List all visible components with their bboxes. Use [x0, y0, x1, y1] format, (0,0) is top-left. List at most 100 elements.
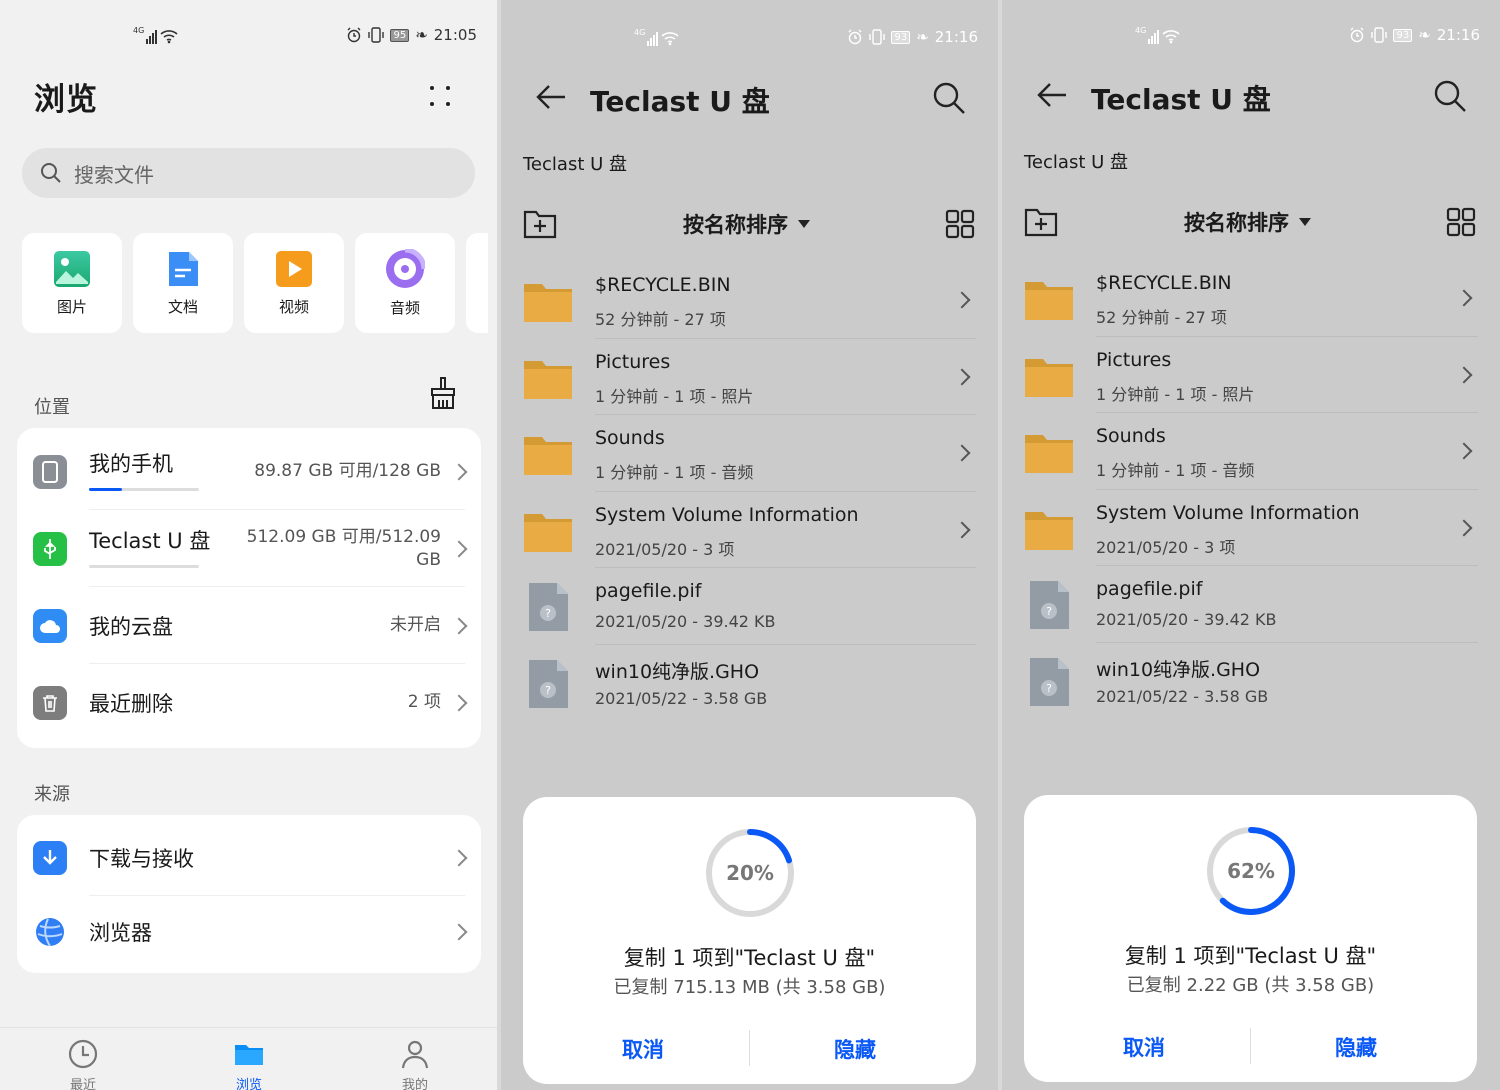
unknown-file-icon: ? [529, 659, 568, 708]
location-name: 我的手机 [89, 452, 173, 476]
file-meta: 52 分钟前 - 27 项 [1096, 308, 1227, 327]
sort-dropdown[interactable]: 按名称排序 [683, 209, 810, 239]
leaf-icon: ❧ [916, 28, 929, 46]
broom-icon[interactable] [428, 376, 458, 410]
location-my-phone[interactable]: 我的手机 89.87 GB 可用/128 GB [17, 433, 481, 510]
folder-row[interactable]: $RECYCLE.BIN 52 分钟前 - 27 项 [501, 262, 998, 339]
signal-indicator: 4G [634, 28, 680, 46]
sort-dropdown[interactable]: 按名称排序 [1184, 207, 1311, 237]
page-title: 浏览 [34, 82, 98, 118]
chevron-right-icon [450, 463, 468, 480]
search-icon[interactable] [931, 80, 967, 116]
tab-mine[interactable]: 我的 [375, 1038, 455, 1090]
battery-level: 95 [390, 28, 410, 42]
search-input[interactable]: 搜索文件 [22, 148, 475, 198]
location-cloud-drive[interactable]: 我的云盘 未开启 [17, 587, 481, 664]
grid-view-icon[interactable] [945, 209, 975, 239]
cancel-button[interactable]: 取消 [1044, 1032, 1244, 1062]
download-icon [33, 840, 67, 875]
hide-button[interactable]: 隐藏 [755, 1034, 955, 1064]
chevron-right-icon [1455, 442, 1473, 460]
person-icon [401, 1040, 429, 1069]
file-name: System Volume Information [595, 503, 859, 526]
file-list: $RECYCLE.BIN 52 分钟前 - 27 项 Pictures 1 分钟前 -… [1002, 260, 1500, 719]
file-name: Pictures [595, 350, 671, 373]
grid-view-icon[interactable] [1446, 207, 1476, 237]
clock-time: 21:16 [1436, 26, 1480, 44]
file-name: System Volume Information [1096, 501, 1360, 524]
signal-indicator: 4G [1135, 26, 1181, 44]
phone-icon [33, 454, 67, 489]
category-more-partial[interactable] [466, 233, 488, 333]
hide-button[interactable]: 隐藏 [1256, 1032, 1456, 1062]
category-label: 视频 [278, 297, 309, 316]
alarm-icon [1350, 27, 1364, 43]
chevron-right-icon [953, 291, 971, 309]
file-toolbar: 按名称排序 [501, 205, 998, 245]
category-documents[interactable]: 文档 [133, 233, 233, 333]
category-label: 音频 [389, 298, 420, 317]
new-folder-icon[interactable] [523, 209, 557, 239]
dialog-title: 复制 1 项到"Teclast U 盘" [1124, 944, 1377, 968]
chevron-right-icon [450, 540, 468, 557]
category-label: 图片 [56, 297, 87, 316]
usb-screen-copy-62: 4G 93 ❧ 21:16 Teclast U 盘 Teclast U 盘按名称排序 $RE… [1002, 0, 1500, 1090]
category-images[interactable]: 图片 [22, 233, 122, 333]
storage-usage-bar [89, 565, 199, 568]
file-meta: 2021/05/20 - 3 项 [595, 539, 735, 559]
status-bar: 4G 93 ❧ 21:16 [501, 28, 998, 52]
folder-row[interactable]: Sounds 1 分钟前 - 1 项 - 音频 [1002, 413, 1500, 490]
page-title: Teclast U 盘 [1091, 83, 1271, 116]
tab-browse[interactable]: 浏览 [209, 1038, 289, 1090]
alarm-icon [848, 29, 862, 45]
file-meta: 2021/05/22 - 3.58 GB [595, 688, 768, 708]
folder-row[interactable]: Sounds 1 分钟前 - 1 项 - 音频 [501, 415, 998, 492]
folder-row[interactable]: System Volume Information 2021/05/20 - 3 … [501, 492, 998, 568]
clock-time: 21:16 [934, 28, 978, 46]
location-recently-deleted[interactable]: 最近删除 2 项 [17, 664, 481, 741]
chevron-right-icon [1455, 289, 1473, 307]
svg-text:?: ? [1046, 605, 1052, 618]
copy-progress-dialog: 20% 复制 1 项到"Teclast U 盘" 已复制 715.13 MB (共 … [523, 797, 976, 1084]
source-downloads[interactable]: 下载与接收 [17, 819, 481, 896]
tab-recent[interactable]: 最近 [43, 1038, 123, 1090]
svg-text:?: ? [545, 684, 551, 697]
search-icon[interactable] [1432, 78, 1468, 114]
file-name: win10纯净版.GHO [1096, 658, 1261, 681]
new-folder-icon[interactable] [1024, 207, 1058, 237]
source-name: 下载与接收 [89, 846, 194, 871]
back-arrow-icon[interactable] [1036, 80, 1068, 110]
folder-row[interactable]: Pictures 1 分钟前 - 1 项 - 照片 [1002, 337, 1500, 413]
file-row[interactable]: ? pagefile.pif 2021/05/20 - 39.42 KB [1002, 566, 1500, 643]
breadcrumb[interactable]: Teclast U 盘 [1024, 148, 1128, 174]
location-teclast-usb[interactable]: Teclast U 盘 512.09 GB 可用/512.09 GB [17, 510, 481, 587]
more-options-button[interactable] [422, 80, 458, 116]
file-meta: 1 分钟前 - 1 项 - 音频 [1096, 461, 1255, 480]
folder-row[interactable]: $RECYCLE.BIN 52 分钟前 - 27 项 [1002, 260, 1500, 337]
tab-label: 我的 [401, 1078, 428, 1090]
cancel-button[interactable]: 取消 [543, 1034, 743, 1064]
usb-screen-copy-20: 4G 93 ❧ 21:16 Teclast U 盘 Teclast U 盘按名称排序 $RE… [501, 0, 998, 1090]
back-arrow-icon[interactable] [535, 82, 567, 112]
file-name: Sounds [595, 427, 665, 449]
wifi-icon [160, 30, 178, 44]
network-type: 4G [634, 28, 646, 37]
progress-percent: 62% [1227, 859, 1275, 883]
file-row[interactable]: ? win10纯净版.GHO 2021/05/22 - 3.58 GB [1002, 643, 1500, 720]
bottom-tab-bar: 最近 浏览 我的 [0, 1027, 497, 1090]
category-audio[interactable]: 音频 [355, 233, 455, 333]
file-row[interactable]: ? pagefile.pif 2021/05/20 - 39.42 KB [501, 568, 998, 645]
signal-bars-icon [146, 30, 158, 44]
location-value: 未开启 [390, 615, 441, 635]
folder-icon [524, 360, 572, 399]
file-name: pagefile.pif [1096, 578, 1203, 600]
source-browser[interactable]: 浏览器 [17, 893, 481, 970]
category-videos[interactable]: 视频 [244, 233, 344, 333]
browser-icon [33, 915, 67, 949]
folder-row[interactable]: Pictures 1 分钟前 - 1 项 - 照片 [501, 339, 998, 415]
location-value: 89.87 GB 可用/128 GB [254, 461, 441, 481]
chevron-right-icon [953, 368, 971, 385]
folder-row[interactable]: System Volume Information 2021/05/20 - 3 … [1002, 490, 1500, 566]
file-row[interactable]: ? win10纯净版.GHO 2021/05/22 - 3.58 GB [501, 645, 998, 722]
breadcrumb[interactable]: Teclast U 盘 [523, 150, 627, 176]
